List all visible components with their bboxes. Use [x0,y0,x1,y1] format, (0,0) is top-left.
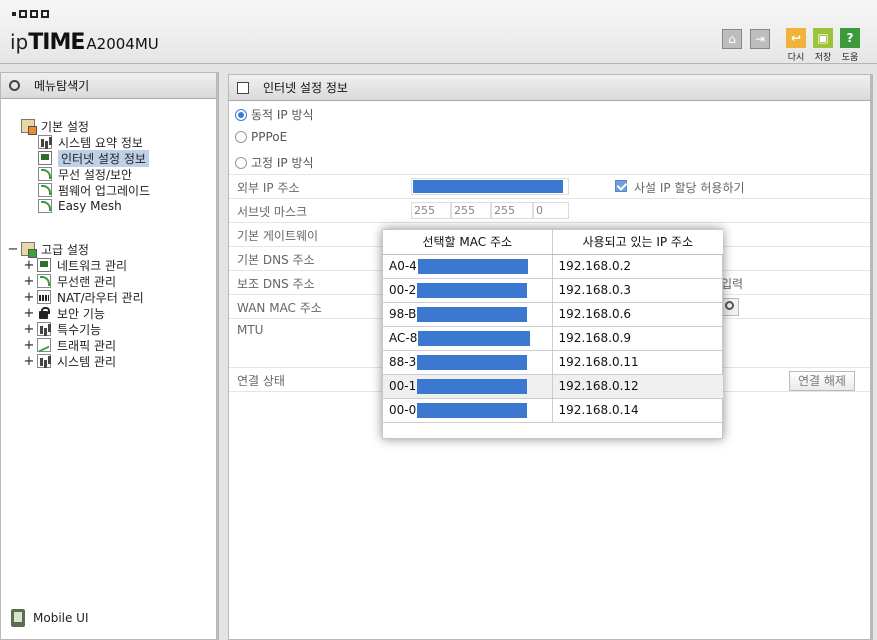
network-icon [37,258,51,272]
monitor-icon [38,151,52,165]
expand-toggle[interactable]: + [23,354,35,369]
radio-pppoe[interactable] [235,131,247,143]
table-row[interactable]: 00-0 192.168.0.14 [383,398,723,423]
logo-dots [12,10,49,18]
save-label[interactable]: 저장 [808,50,838,63]
subnet-octet-2: 255 [451,202,491,219]
ip-column-header: 사용되고 있는 IP 주소 [552,230,723,255]
search-icon [9,80,20,91]
disconnect-button[interactable]: 연결 해제 [789,371,855,391]
tree-item-security[interactable]: + 보안 기능 [23,305,105,321]
header: ip TIME A2004MU ⌂ ⇥ ↩ ▣ ? 다시 저장 도움 [0,0,877,64]
mobile-ui-link[interactable]: Mobile UI [11,609,89,627]
table-row[interactable]: AC-8 192.168.0.9 [383,326,723,351]
logo: ip TIME A2004MU [10,30,159,55]
folder-icon [21,242,37,258]
external-ip-field [411,178,569,195]
mac-column-header: 선택할 MAC 주소 [383,230,553,255]
tree-item-wlan[interactable]: + 무선랜 관리 [23,273,116,289]
lock-icon [37,306,51,320]
save-icon[interactable]: ▣ [813,28,833,48]
expand-toggle[interactable]: + [23,306,35,321]
tree-item-firmware[interactable]: 펌웨어 업그레이드 [38,182,150,198]
tree-item-system-summary[interactable]: 시스템 요약 정보 [38,134,143,150]
traffic-icon [37,338,51,352]
table-row[interactable]: 00-2 192.168.0.3 [383,278,723,303]
upgrade-icon [38,183,52,197]
table-row[interactable]: A0-4 192.168.0.2 [383,254,723,279]
system-icon [37,354,51,368]
bar-chart-icon [38,135,52,149]
table-row[interactable]: 98-B 192.168.0.6 [383,302,723,327]
undo-icon[interactable]: ↩ [786,28,806,48]
help-icon[interactable]: ? [840,28,860,48]
expand-toggle[interactable]: + [23,338,35,353]
mesh-icon [38,199,52,213]
partial-input-label: 입력 [721,277,744,291]
tree-item-wireless-settings[interactable]: 무선 설정/보안 [38,166,132,182]
radio-dynamic[interactable] [235,108,247,121]
wifi-icon [38,167,52,181]
expand-toggle[interactable]: + [23,274,35,289]
sidebar: 메뉴탐색기 기본 설정 시스템 요약 정보 인터넷 설정 정보 무선 설정/보안… [0,72,219,640]
table-row[interactable]: 88-3 192.168.0.11 [383,350,723,375]
tree-item-internet-settings[interactable]: 인터넷 설정 정보 [38,149,149,167]
table-row[interactable]: 00-1 192.168.0.12 [383,374,723,399]
home-icon[interactable]: ⌂ [722,29,742,49]
row-external-ip: 외부 IP 주소 사설 IP 할당 허용하기 [229,174,870,198]
tree-item-traffic[interactable]: + 트래픽 관리 [23,337,116,353]
undo-label[interactable]: 다시 [781,50,811,63]
tree-item-system[interactable]: + 시스템 관리 [23,353,116,369]
expand-toggle[interactable]: + [23,258,35,273]
main-title: 인터넷 설정 정보 [229,75,870,101]
logout-icon[interactable]: ⇥ [750,29,770,49]
tree-basic-settings[interactable]: 기본 설정 [21,118,89,135]
special-icon [37,322,51,336]
expand-toggle[interactable]: + [23,290,35,305]
expand-toggle[interactable]: + [23,322,35,337]
tree-item-special[interactable]: + 특수기능 [23,321,102,337]
sidebar-title: 메뉴탐색기 [1,73,216,99]
row-subnet: 서브넷 마스크 255 255 255 0 [229,198,870,222]
tree-advanced-settings[interactable]: − 고급 설정 [7,241,89,258]
wifi-icon [37,274,51,288]
mac-table: 선택할 MAC 주소 사용되고 있는 IP 주소 A0-4 192.168.0.… [383,230,723,423]
subnet-octet-1: 255 [411,202,451,219]
subnet-octet-3: 255 [491,202,533,219]
help-label[interactable]: 도움 [835,50,865,63]
settings-page-icon [237,81,249,94]
router-icon [37,290,51,304]
private-ip-checkbox[interactable] [615,180,627,192]
mode-dynamic[interactable]: 동적 IP 방식 [235,106,314,123]
subnet-octet-4: 0 [533,202,569,219]
mode-pppoe[interactable]: PPPoE [235,130,287,144]
tree-item-easy-mesh[interactable]: Easy Mesh [38,198,122,214]
tree-item-nat[interactable]: + NAT/라우터 관리 [23,289,144,305]
model-name: A2004MU [86,35,159,53]
mode-static[interactable]: 고정 IP 방식 [235,154,314,171]
collapse-toggle[interactable]: − [7,242,19,257]
mac-select-popup: 선택할 MAC 주소 사용되고 있는 IP 주소 A0-4 192.168.0.… [382,229,723,439]
tree-item-network[interactable]: + 네트워크 관리 [23,257,128,273]
mac-search-icon[interactable] [721,298,739,316]
radio-static[interactable] [235,156,247,169]
phone-icon [11,609,25,627]
folder-icon [21,119,37,135]
